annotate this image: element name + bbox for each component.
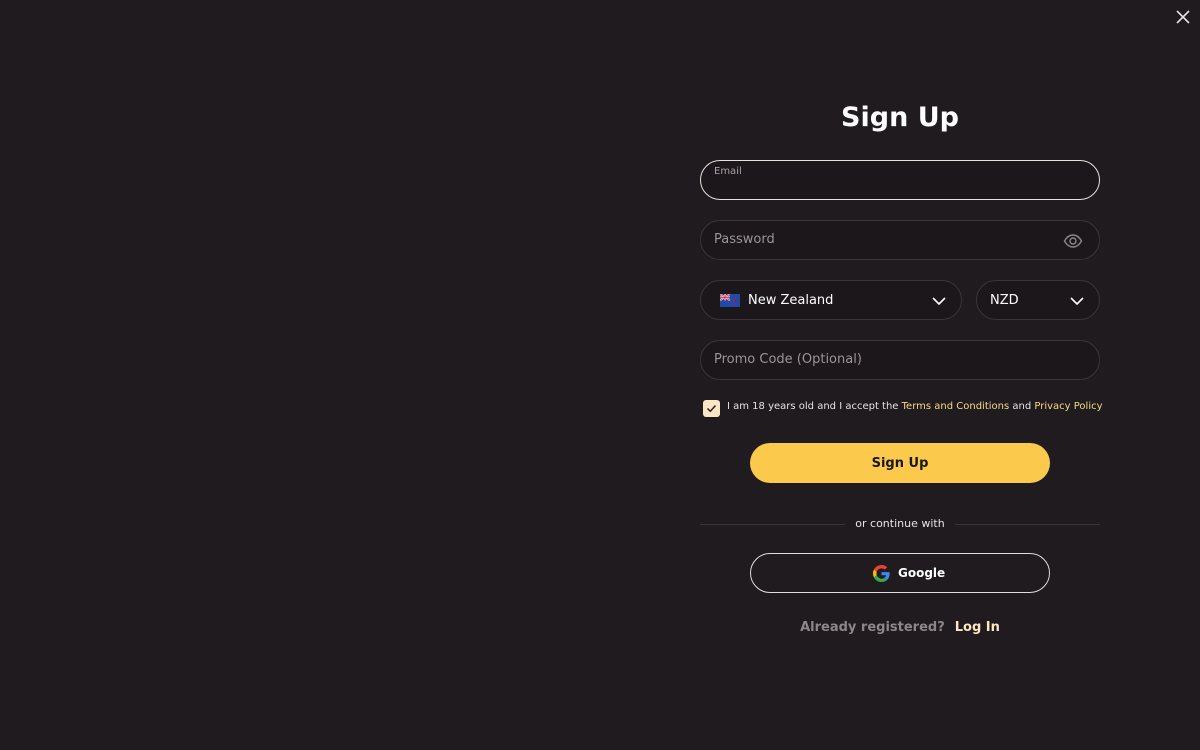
email-field[interactable]: Email (700, 160, 1100, 200)
password-placeholder: Password (714, 232, 775, 247)
chevron-down-icon (1070, 297, 1084, 306)
currency-value: NZD (990, 293, 1019, 308)
signup-page: Sign Up Email Password New Zealand NZD P… (0, 0, 1200, 750)
terms-text-before: I am 18 years old and I accept the (727, 401, 902, 412)
terms-checkbox[interactable] (703, 400, 720, 417)
chevron-down-icon (932, 297, 946, 306)
currency-select[interactable]: NZD (976, 280, 1100, 320)
country-select[interactable]: New Zealand (700, 280, 962, 320)
page-title: Sign Up (841, 102, 959, 133)
terms-row: I am 18 years old and I accept the Terms… (703, 399, 1103, 419)
sign-up-button[interactable]: Sign Up (750, 443, 1050, 483)
privacy-policy-link[interactable]: Privacy Policy (1034, 401, 1102, 412)
email-label: Email (714, 166, 742, 177)
promo-code-field[interactable]: Promo Code (Optional) (700, 340, 1100, 380)
login-row: Already registered? Log In (700, 620, 1100, 635)
google-icon (873, 565, 890, 582)
google-label: Google (898, 566, 946, 580)
already-registered-text: Already registered? (800, 620, 945, 635)
terms-text-middle: and (1009, 401, 1035, 412)
password-field[interactable]: Password (700, 220, 1100, 260)
close-icon[interactable] (1172, 6, 1194, 28)
promo-code-placeholder: Promo Code (Optional) (714, 352, 862, 367)
login-link[interactable]: Log In (955, 620, 1000, 635)
check-icon (706, 404, 717, 413)
continue-divider: or continue with (700, 515, 1100, 535)
terms-and-conditions-link[interactable]: Terms and Conditions (902, 401, 1010, 412)
divider-line-right (955, 524, 1100, 525)
new-zealand-flag-icon (720, 294, 740, 307)
google-signin-button[interactable]: Google (750, 553, 1050, 593)
eye-icon[interactable] (1063, 231, 1083, 251)
terms-text: I am 18 years old and I accept the Terms… (727, 401, 1103, 412)
country-value: New Zealand (748, 293, 834, 308)
